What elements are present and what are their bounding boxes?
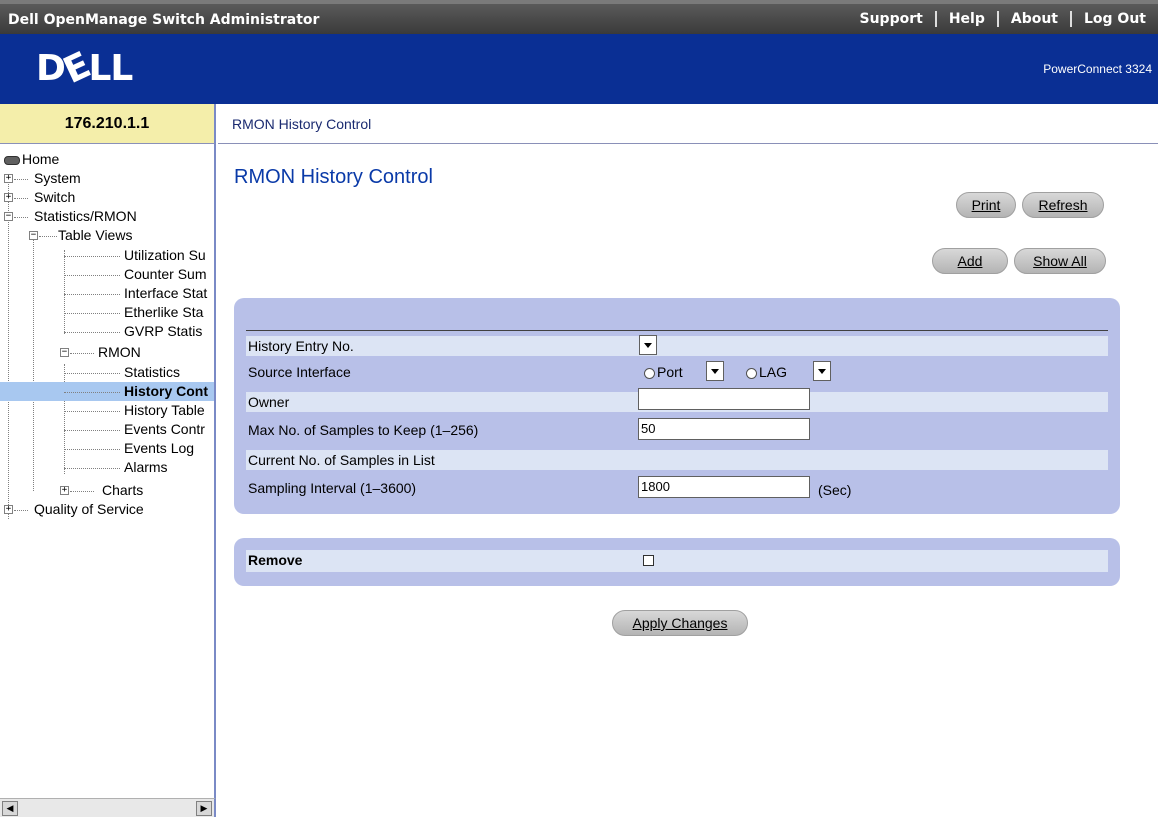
max-samples-label: Max No. of Samples to Keep (1–256) xyxy=(248,422,479,438)
history-form-panel: History Entry No. Source Interface Port … xyxy=(234,298,1120,514)
owner-label: Owner xyxy=(248,394,290,410)
tree-item-counter[interactable]: Counter Sum xyxy=(124,265,206,284)
home-icon xyxy=(4,155,20,165)
tree-line xyxy=(39,236,57,237)
nav-tree: Home + System + Switch − Statistics/RMON… xyxy=(0,144,216,798)
tree-line xyxy=(64,275,120,276)
tree-line xyxy=(14,179,28,180)
banner: DELL PowerConnect 3324 xyxy=(0,34,1158,104)
scroll-right-icon[interactable]: ▶ xyxy=(196,801,212,816)
support-link[interactable]: Support xyxy=(848,11,935,27)
row-remove: Remove xyxy=(246,550,1108,572)
dell-logo: DELL xyxy=(36,44,133,93)
help-link[interactable]: Help xyxy=(934,11,997,27)
tree-line xyxy=(64,392,120,393)
show-all-button[interactable]: Show All xyxy=(1014,248,1106,274)
tree-line xyxy=(14,510,28,511)
sampling-interval-label: Sampling Interval (1–3600) xyxy=(248,480,417,496)
remove-checkbox[interactable] xyxy=(643,555,654,566)
tree-item-gvrp[interactable]: GVRP Statis xyxy=(124,322,202,341)
max-samples-input[interactable]: 50 xyxy=(638,418,810,440)
row-max-samples: Max No. of Samples to Keep (1–256) 50 xyxy=(246,418,1108,440)
tree-item-history-table[interactable]: History Table xyxy=(124,401,205,420)
tree-line xyxy=(64,411,120,412)
about-link[interactable]: About xyxy=(996,11,1070,27)
tree-item-utilization[interactable]: Utilization Su xyxy=(124,246,206,265)
tree-line xyxy=(64,430,120,431)
tree-line xyxy=(64,250,65,334)
port-label: Port xyxy=(657,364,683,380)
tree-item-statistics[interactable]: Statistics xyxy=(124,363,180,382)
history-entry-select[interactable] xyxy=(639,335,657,355)
page-title: RMON History Control xyxy=(234,166,433,188)
tree-line xyxy=(14,217,28,218)
app-title: Dell OpenManage Switch Administrator xyxy=(8,12,320,28)
row-current-samples: Current No. of Samples in List xyxy=(246,450,1108,470)
tree-item-rmon[interactable]: RMON xyxy=(98,343,141,362)
collapse-minus-icon[interactable]: − xyxy=(4,212,13,221)
add-button[interactable]: Add xyxy=(932,248,1008,274)
collapse-minus-icon[interactable]: − xyxy=(29,231,38,240)
tree-item-statistics-rmon[interactable]: Statistics/RMON xyxy=(34,207,137,226)
print-button[interactable]: Print xyxy=(956,192,1016,218)
tree-line xyxy=(8,174,9,519)
tree-item-etherlike[interactable]: Etherlike Sta xyxy=(124,303,203,322)
tree-line xyxy=(64,294,120,295)
source-interface-label: Source Interface xyxy=(248,364,351,380)
tree-item-events-log[interactable]: Events Log xyxy=(124,439,194,458)
expand-plus-icon[interactable]: + xyxy=(4,193,13,202)
row-source-interface: Source Interface Port LAG xyxy=(246,361,1108,382)
tree-item-alarms[interactable]: Alarms xyxy=(124,458,168,477)
row-sampling-interval: Sampling Interval (1–3600) 1800 (Sec) xyxy=(246,476,1108,498)
breadcrumb: RMON History Control xyxy=(218,104,1158,144)
current-samples-label: Current No. of Samples in List xyxy=(248,452,435,468)
scroll-left-icon[interactable]: ◀ xyxy=(2,801,18,816)
model-name: PowerConnect 3324 xyxy=(1043,62,1152,76)
title-bar: Dell OpenManage Switch Administrator Sup… xyxy=(0,0,1158,34)
row-history-entry: History Entry No. xyxy=(246,335,1108,356)
logout-link[interactable]: Log Out xyxy=(1070,11,1158,27)
tree-item-qos[interactable]: Quality of Service xyxy=(34,500,144,519)
sampling-interval-unit: (Sec) xyxy=(818,482,852,498)
history-entry-label: History Entry No. xyxy=(248,338,354,354)
expand-plus-icon[interactable]: + xyxy=(4,174,13,183)
lag-select[interactable] xyxy=(813,361,831,381)
sampling-interval-input[interactable]: 1800 xyxy=(638,476,810,498)
tree-item-events-control[interactable]: Events Contr xyxy=(124,420,205,439)
tree-line xyxy=(64,373,120,374)
tree-line xyxy=(33,231,34,491)
refresh-button[interactable]: Refresh xyxy=(1022,192,1104,218)
tree-item-charts[interactable]: Charts xyxy=(102,481,143,500)
expand-plus-icon[interactable]: + xyxy=(4,505,13,514)
tree-line xyxy=(64,256,120,257)
lag-label: LAG xyxy=(759,364,788,380)
tree-item-interface-stats[interactable]: Interface Stat xyxy=(124,284,207,303)
tree-item-switch[interactable]: Switch xyxy=(34,188,75,207)
remove-label: Remove xyxy=(248,552,303,568)
apply-changes-button[interactable]: Apply Changes xyxy=(612,610,748,636)
remove-panel: Remove xyxy=(234,538,1120,586)
collapse-minus-icon[interactable]: − xyxy=(60,348,69,357)
lag-radio[interactable] xyxy=(746,368,757,379)
tree-line xyxy=(64,449,120,450)
top-links: Support Help About Log Out xyxy=(848,4,1158,34)
tree-line xyxy=(64,364,65,474)
tree-item-system[interactable]: System xyxy=(34,169,81,188)
tree-home[interactable]: Home xyxy=(4,150,59,169)
panel-divider xyxy=(246,330,1108,331)
tree-horizontal-scrollbar[interactable]: ◀ ▶ xyxy=(0,798,216,817)
row-owner: Owner xyxy=(246,388,1108,412)
tree-line xyxy=(64,332,120,333)
tree-line xyxy=(64,313,120,314)
port-radio[interactable] xyxy=(644,368,655,379)
tree-item-table-views[interactable]: Table Views xyxy=(58,226,132,245)
owner-input[interactable] xyxy=(638,388,810,410)
tree-line xyxy=(14,198,28,199)
device-ip: 176.210.1.1 xyxy=(0,104,216,144)
port-select[interactable] xyxy=(706,361,724,381)
tree-line xyxy=(70,353,94,354)
expand-plus-icon[interactable]: + xyxy=(60,486,69,495)
tree-line xyxy=(64,468,120,469)
tree-line xyxy=(70,491,94,492)
